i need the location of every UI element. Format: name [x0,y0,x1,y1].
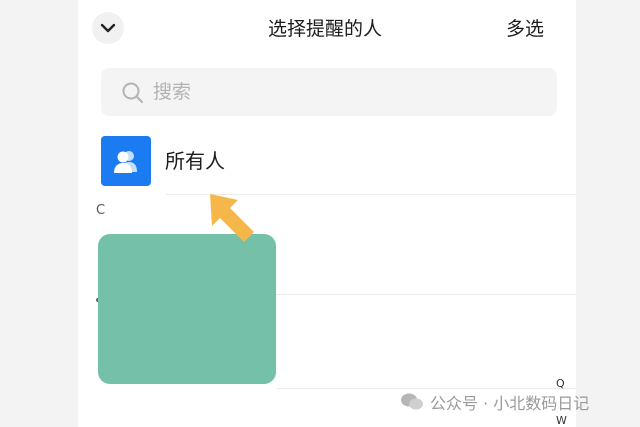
list-item-everyone[interactable]: 所有人 [101,136,571,188]
list-item-label: 所有人 [165,149,225,173]
chevron-down-icon [100,23,116,33]
redaction-cover [98,234,276,384]
divider [276,294,576,295]
section-index-letter: C [96,203,106,218]
side-index-letter[interactable]: W [556,414,567,427]
multi-select-button[interactable]: 多选 [506,12,544,46]
watermark-text: 公众号 · 小北数码日记 [430,394,590,413]
collapse-button[interactable] [92,12,124,44]
watermark: 公众号 · 小北数码日记 [400,389,589,415]
page-title: 选择提醒的人 [267,18,382,40]
group-users-icon [101,136,151,186]
search-input[interactable]: 搜索 [101,68,557,116]
wechat-icon [401,393,423,410]
search-placeholder: 搜索 [153,81,192,103]
search-icon [122,82,143,103]
pointer-arrow-icon [210,194,254,242]
